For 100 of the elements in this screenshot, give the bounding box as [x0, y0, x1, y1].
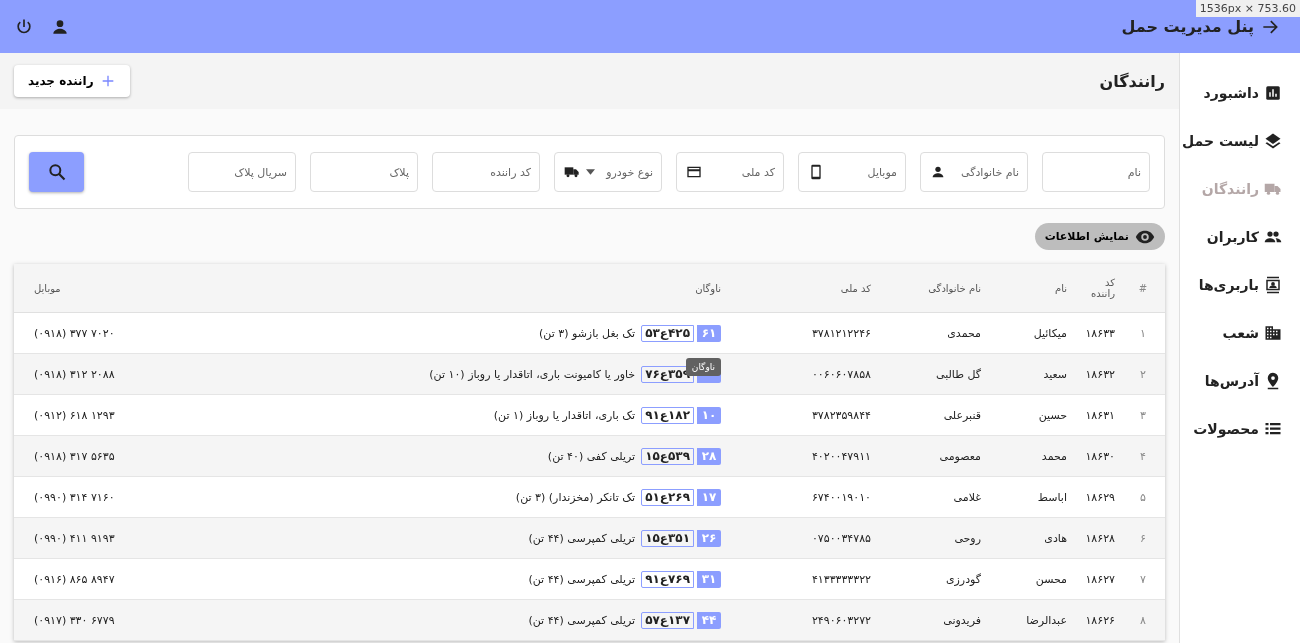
card-icon — [686, 164, 702, 180]
vehicle-type: تک تانکر (مخزندار) (۳ تن) — [515, 490, 636, 504]
vehicle-type: تریلی کمپرسی (۴۴ تن) — [528, 613, 636, 627]
phone-icon — [808, 164, 824, 180]
page-title: رانندگان — [1099, 71, 1165, 91]
table-cell: ۱۸۶۲۶ — [1085, 613, 1115, 627]
sidebar-item[interactable]: کاربران — [1180, 213, 1300, 261]
table-cell: (۰۹۱۸) ۳۷۷ ۷۰۲۰ — [34, 326, 115, 340]
sidebar-item[interactable]: داشبورد — [1180, 69, 1300, 117]
app-title: پنل مدیریت حمل — [1121, 17, 1254, 36]
table-cell: عبدالرضا — [1026, 613, 1067, 627]
plate-region: ۱۷ — [697, 488, 721, 506]
license-plate: ۹۱ع۱۸۲ — [641, 406, 694, 424]
search-button[interactable] — [29, 152, 84, 192]
table-cell: حسین — [1038, 408, 1067, 422]
license-plate: ۵۱ع۲۶۹ — [641, 488, 694, 506]
column-header: کد ملی — [840, 282, 871, 294]
filter-field[interactable]: کد ملی — [676, 152, 784, 192]
table-cell: اباسط — [1037, 490, 1067, 504]
table-cell: (۰۹۱۶) ۸۶۵ ۸۹۴۷ — [34, 572, 115, 586]
license-plate: ۱۵ع۳۵۱ — [641, 529, 694, 547]
table-cell: معصومی — [939, 449, 981, 463]
sidebar-item[interactable]: محصولات — [1180, 405, 1300, 453]
table-cell: (۰۹۱۸) ۳۱۲ ۲۰۸۸ — [34, 367, 115, 381]
plate-region: ۲۶ — [697, 529, 721, 547]
vehicle-type-dropdown[interactable]: نوع خودرو — [554, 152, 662, 192]
table-cell: ۰۷۵۰۰۳۴۷۸۵ — [811, 531, 871, 545]
show-info-button[interactable]: نمایش اطلاعات — [1034, 223, 1165, 250]
table-cell: ۱۸۶۲۹ — [1085, 490, 1115, 504]
table-cell: ۱۸۶۳۳ — [1085, 326, 1115, 340]
table-cell: (۰۹۹۰) ۴۱۱ ۹۱۹۳ — [34, 531, 115, 545]
table-cell: محمدی — [947, 326, 981, 340]
table-cell: (۰۹۱۲) ۶۱۸ ۱۲۹۳ — [34, 408, 115, 422]
sidebar-item[interactable]: شعب — [1180, 309, 1300, 357]
table-cell: گودرزی — [945, 572, 981, 586]
row-number: ۳ — [1140, 408, 1146, 422]
table-cell: ۱۸۶۳۰ — [1085, 449, 1115, 463]
column-header: نام خانوادگی — [928, 282, 981, 294]
table-cell: ۰۰۶۰۶۰۷۸۵۸ — [811, 367, 871, 381]
filter-field[interactable]: نام — [1042, 152, 1150, 192]
row-number: ۵ — [1140, 490, 1146, 504]
table-cell: ۲۴۹۰۶۰۳۲۷۲ — [811, 613, 871, 627]
layers-icon — [1264, 132, 1282, 150]
column-header: کد راننده — [1091, 277, 1115, 299]
person-icon — [930, 164, 946, 180]
table-cell: ۱۸۶۲۷ — [1085, 572, 1115, 586]
table-cell: میکائیل — [1033, 326, 1067, 340]
plate-region: ۳۱ — [697, 570, 721, 588]
bar-chart-icon — [1264, 84, 1282, 102]
column-header: ناوگان — [695, 282, 721, 294]
column-header: نام — [1054, 282, 1067, 294]
filter-field[interactable]: پلاک — [310, 152, 418, 192]
vehicle-type: تریلی کفی (۴۰ تن) — [547, 449, 636, 463]
table-cell: قنبرعلی — [943, 408, 981, 422]
truck-icon — [564, 164, 580, 180]
table-cell: ۳۷۸۲۳۵۹۸۴۴ — [811, 408, 871, 422]
license-plate: ۵۷ع۱۳۷ — [641, 611, 694, 629]
table-cell: فریدونی — [943, 613, 981, 627]
sidebar-item[interactable]: باربری‌ها — [1180, 261, 1300, 309]
vehicle-type: خاور یا کامیونت باری، اتاقدار یا روباز (۱۰ تن) — [429, 367, 636, 381]
vehicle-type: تریلی کمپرسی (۴۴ تن) — [528, 572, 636, 586]
caret-icon — [586, 169, 595, 175]
row-number: ۲ — [1140, 367, 1146, 381]
plate-region: ۶۱ — [697, 324, 721, 342]
sidebar-item[interactable]: آدرس‌ها — [1180, 357, 1300, 405]
new-driver-button[interactable]: راننده جدید — [14, 65, 130, 97]
row-number: ۱ — [1140, 326, 1146, 340]
table-cell: هادی — [1044, 531, 1067, 545]
table-cell: محمد — [1041, 449, 1067, 463]
table-cell: ۳۷۸۱۲۱۲۲۴۶ — [811, 326, 871, 340]
row-number: ۶ — [1140, 531, 1146, 545]
table-cell: (۰۹۹۰) ۳۱۴ ۷۱۶۰ — [34, 490, 115, 504]
table-cell: ۴۰۲۰۰۴۷۹۱۱ — [811, 449, 871, 463]
plate-region: ۴۴ — [697, 611, 721, 629]
filter-field[interactable]: نام خانوادگی — [920, 152, 1028, 192]
table-cell: ۴۱۳۳۳۳۳۳۲۲ — [811, 572, 871, 586]
table-cell: غلامی — [953, 490, 981, 504]
table-cell: ۱۸۶۲۸ — [1085, 531, 1115, 545]
sidebar-item[interactable]: لیست حمل — [1180, 117, 1300, 165]
viewport-size-label: 1536px × 753.60 — [1195, 0, 1300, 17]
table-cell: (۰۹۱۸) ۳۱۷ ۵۶۳۵ — [34, 449, 115, 463]
row-number: ۷ — [1140, 572, 1146, 586]
building-icon — [1264, 324, 1282, 342]
table-cell: گل طالبی — [936, 367, 981, 381]
vehicle-type: تک باری، اتاقدار یا روباز (۱ تن) — [493, 408, 636, 422]
filter-field[interactable]: موبایل — [798, 152, 906, 192]
row-number: ۸ — [1140, 613, 1146, 627]
table-cell: روحی — [954, 531, 981, 545]
vehicle-type: تک بغل بازشو (۳ تن) — [539, 326, 636, 340]
license-plate: ۹۱ع۷۶۹ — [641, 570, 694, 588]
table-cell: ۱۸۶۳۲ — [1085, 367, 1115, 381]
contact-card-icon — [1264, 276, 1282, 294]
table-cell: ۱۸۶۳۱ — [1085, 408, 1115, 422]
filter-field[interactable]: سریال پلاک — [188, 152, 296, 192]
filter-field[interactable]: کد راننده — [432, 152, 540, 192]
table-cell: محسن — [1035, 572, 1067, 586]
plate-region: ۱۰ — [697, 406, 721, 424]
vehicle-type: تریلی کمپرسی (۴۴ تن) — [528, 531, 636, 545]
table-cell: ۶۷۴۰۰۱۹۰۱۰ — [811, 490, 871, 504]
column-header: موبایل — [34, 282, 61, 294]
